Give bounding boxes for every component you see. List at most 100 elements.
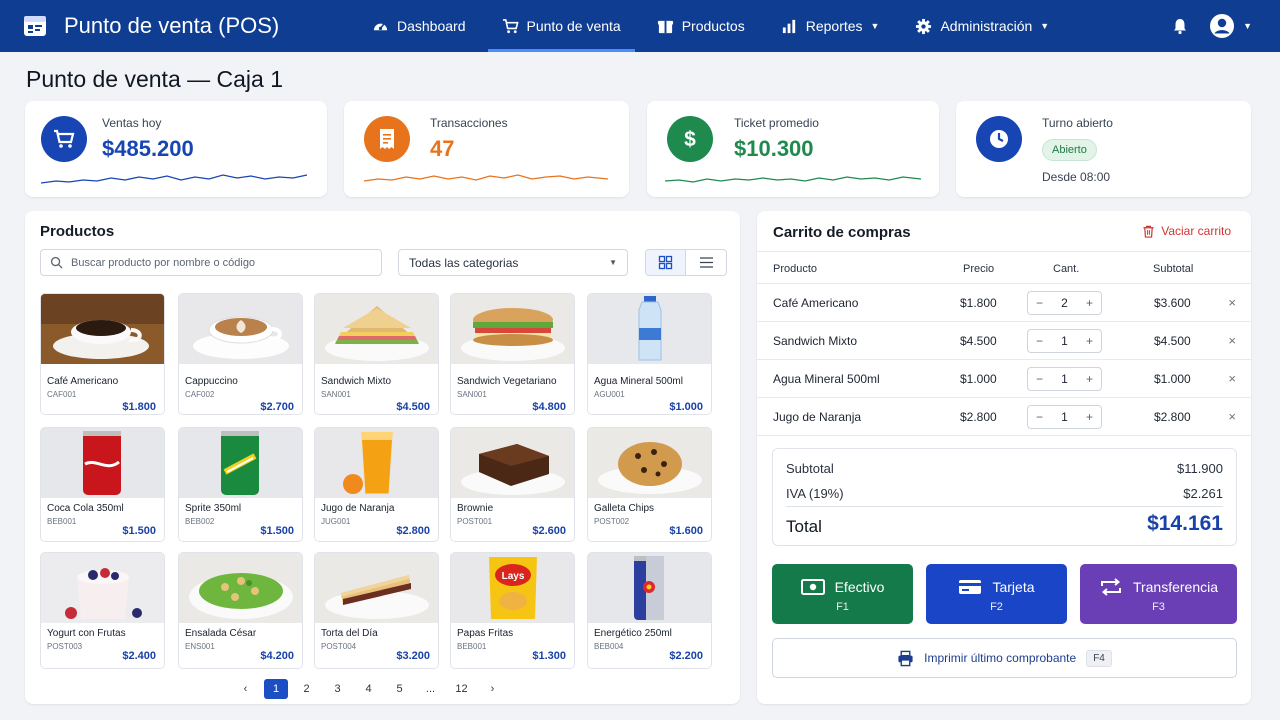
stat-shift-icon-wrap — [976, 116, 1022, 162]
remove-item-icon[interactable]: × — [1228, 371, 1236, 386]
product-card[interactable]: Lays Papas Fritas BEB001 $1.300 — [450, 552, 575, 669]
plus-icon[interactable]: + — [1086, 296, 1093, 310]
pagination-prev-icon[interactable]: ‹ — [230, 683, 261, 695]
product-card[interactable]: Brownie POST001 $2.600 — [450, 427, 575, 542]
product-sku: POST001 — [457, 517, 493, 526]
stat-sales-icon-wrap — [41, 116, 87, 162]
sparkline — [665, 176, 922, 183]
quantity-value[interactable]: 1 — [1061, 410, 1068, 424]
pay-cash-label: Efectivo — [834, 579, 885, 595]
page-5[interactable]: 5 — [384, 683, 415, 695]
nav-admin[interactable]: Administración ▼ — [901, 0, 1063, 52]
product-card[interactable]: Sandwich Mixto SAN001 $4.500 — [314, 293, 439, 415]
pay-transfer-key: F3 — [1152, 601, 1165, 613]
minus-icon[interactable]: − — [1036, 334, 1043, 348]
page-title: Punto de venta — Caja 1 — [26, 66, 283, 92]
product-card[interactable]: Energético 250ml BEB004 $2.200 — [587, 552, 712, 669]
list-view-button[interactable] — [686, 250, 726, 275]
pagination-next-icon[interactable]: › — [477, 683, 508, 695]
summary-divider — [786, 506, 1223, 507]
brand[interactable]: Punto de venta (POS) — [22, 13, 342, 39]
bell-icon[interactable] — [1171, 17, 1189, 35]
product-name: Sandwich Mixto — [321, 376, 392, 387]
app-title: Punto de venta (POS) — [64, 13, 280, 38]
cart-item-price: $1.800 — [960, 296, 997, 310]
cart-item-price: $4.500 — [960, 334, 997, 348]
product-image — [41, 553, 164, 623]
product-price: $4.500 — [396, 401, 430, 413]
quantity-value[interactable]: 1 — [1061, 334, 1068, 348]
quantity-stepper: − 1 + — [1027, 367, 1102, 391]
print-receipt-button[interactable]: Imprimir último comprobante F4 — [772, 638, 1237, 678]
search-input[interactable] — [71, 256, 371, 269]
summary-tax-label: IVA (19%) — [786, 486, 844, 501]
product-card[interactable]: Sprite 350ml BEB002 $1.500 — [178, 427, 303, 542]
minus-icon[interactable]: − — [1036, 372, 1043, 386]
product-card[interactable]: Yogurt con Frutas POST003 $2.400 — [40, 552, 165, 669]
nav-dashboard[interactable]: Dashboard — [358, 0, 480, 52]
clear-cart-button[interactable]: Vaciar carrito — [1142, 224, 1231, 238]
pay-cash-button[interactable]: Efectivo F1 — [772, 564, 913, 624]
chevron-down-icon: ▼ — [609, 258, 617, 267]
product-card[interactable]: Café Americano CAF001 $1.800 — [40, 293, 165, 415]
minus-icon[interactable]: − — [1036, 296, 1043, 310]
product-card[interactable]: Cappuccino CAF002 $2.700 — [178, 293, 303, 415]
status-badge: Abierto — [1042, 139, 1097, 161]
plus-icon[interactable]: + — [1086, 410, 1093, 424]
minus-icon[interactable]: − — [1036, 410, 1043, 424]
product-sku: POST002 — [594, 517, 630, 526]
plus-icon[interactable]: + — [1086, 372, 1093, 386]
chevron-down-icon[interactable]: ▼ — [1243, 21, 1252, 31]
cart-row: Café Americano $1.800 − 2 + $3.600 × — [757, 284, 1251, 322]
pay-card-label: Tarjeta — [992, 579, 1035, 595]
product-card[interactable]: Jugo de Naranja JUG001 $2.800 — [314, 427, 439, 542]
cart-item-name: Café Americano — [773, 296, 859, 310]
cart-item-price: $1.000 — [960, 372, 997, 386]
grid-view-button[interactable] — [646, 250, 687, 275]
nav-user-area: ▼ — [1171, 0, 1252, 52]
product-image — [451, 294, 574, 364]
pay-transfer-label-row: Transferencia — [1080, 578, 1237, 596]
stat-transactions-value: 47 — [430, 136, 455, 161]
product-search[interactable] — [40, 249, 382, 276]
product-image — [315, 553, 438, 623]
product-card[interactable]: Coca Cola 350ml BEB001 $1.500 — [40, 427, 165, 542]
product-price: $2.400 — [122, 650, 156, 662]
quantity-value[interactable]: 2 — [1061, 296, 1068, 310]
product-card[interactable]: Ensalada César ENS001 $4.200 — [178, 552, 303, 669]
stat-shift: Turno abierto Abierto Desde 08:00 — [956, 101, 1251, 197]
summary-total-label: Total — [786, 517, 822, 536]
product-card[interactable]: Agua Mineral 500ml AGU001 $1.000 — [587, 293, 712, 415]
user-avatar-icon[interactable] — [1209, 13, 1235, 39]
remove-item-icon[interactable]: × — [1228, 333, 1236, 348]
nav-reports[interactable]: Reportes ▼ — [767, 0, 894, 52]
category-select[interactable]: Todas las categorias ▼ — [398, 249, 628, 276]
product-card[interactable]: Sandwich Vegetariano SAN001 $4.800 — [450, 293, 575, 415]
pay-transfer-button[interactable]: Transferencia F3 — [1080, 564, 1237, 624]
remove-item-icon[interactable]: × — [1228, 409, 1236, 424]
stat-sales: Ventas hoy $485.200 — [25, 101, 327, 197]
page-1[interactable]: 1 — [264, 679, 288, 699]
product-price: $4.200 — [260, 650, 294, 662]
clock-icon — [990, 130, 1008, 148]
cart-item-subtotal: $3.600 — [1154, 296, 1191, 310]
plus-icon[interactable]: + — [1086, 334, 1093, 348]
summary-tax-value: $2.261 — [1183, 486, 1223, 501]
product-card[interactable]: Torta del Día POST004 $3.200 — [314, 552, 439, 669]
remove-item-icon[interactable]: × — [1228, 295, 1236, 310]
product-name: Papas Fritas — [457, 628, 514, 639]
nav-pos[interactable]: Punto de venta — [487, 0, 635, 52]
quantity-value[interactable]: 1 — [1061, 372, 1068, 386]
product-image — [588, 428, 711, 498]
page-3[interactable]: 3 — [322, 683, 353, 695]
page-4[interactable]: 4 — [353, 683, 384, 695]
stat-shift-label: Turno abierto — [1042, 116, 1113, 130]
pay-card-button[interactable]: Tarjeta F2 — [926, 564, 1067, 624]
product-image — [179, 428, 302, 498]
product-image — [41, 428, 164, 498]
page-12[interactable]: 12 — [446, 683, 477, 695]
nav-products[interactable]: Productos — [643, 0, 759, 52]
product-name: Jugo de Naranja — [321, 503, 395, 514]
product-card[interactable]: Galleta Chips POST002 $1.600 — [587, 427, 712, 542]
page-2[interactable]: 2 — [291, 683, 322, 695]
